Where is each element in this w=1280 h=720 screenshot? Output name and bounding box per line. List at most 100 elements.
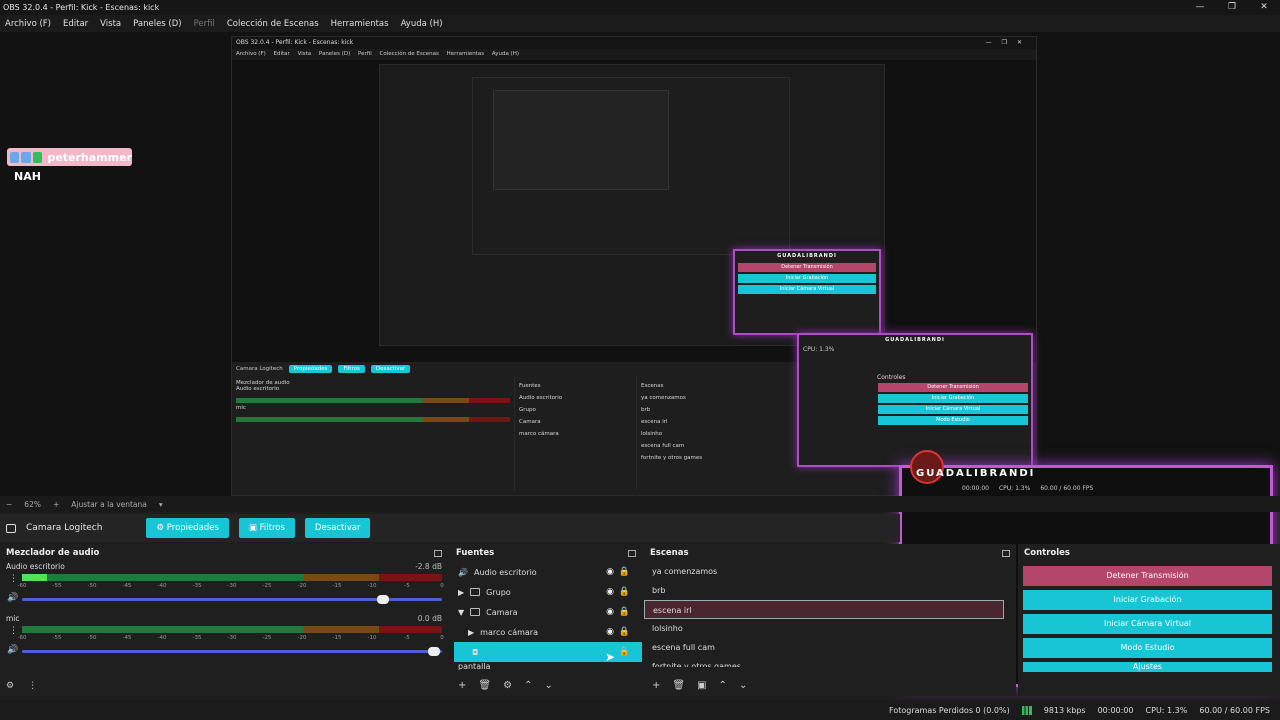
- nested-source-item: Grupo: [519, 407, 536, 413]
- source-item-camara[interactable]: ▼ Camara ◉ 🔒: [450, 602, 642, 622]
- status-bar: Fotogramas Perdidos 0 (0.0%) 9813 kbps 0…: [0, 700, 1280, 720]
- slider-knob[interactable]: [427, 647, 440, 656]
- scene-item[interactable]: escena full cam: [644, 638, 1016, 657]
- scene-item[interactable]: fortnite y otros games: [644, 657, 1016, 667]
- trash-icon[interactable]: 🗑: [478, 680, 491, 691]
- filters-label: Filtros: [259, 523, 285, 533]
- scenes-dock: Escenas ya comenzamos brb escena irl lol…: [644, 544, 1016, 696]
- trash-icon[interactable]: 🗑: [672, 680, 685, 691]
- more-icon[interactable]: ⋮: [28, 681, 37, 691]
- expand-icon[interactable]: ▶: [458, 588, 464, 597]
- move-up-icon[interactable]: ⌃: [719, 680, 727, 691]
- source-label: Audio escritorio: [473, 567, 537, 577]
- channel-db: 0.0 dB: [417, 614, 442, 623]
- eye-icon[interactable]: ◉: [606, 567, 614, 577]
- meter-ticks: -60 -55 -50 -45 -40 -35 -30 -25 -20 -15 -10 -5 0: [18, 635, 444, 645]
- menu-ayuda[interactable]: Ayuda (H): [401, 19, 443, 29]
- folder-icon: [470, 608, 481, 616]
- tick-label: -40: [157, 583, 167, 589]
- undock-icon[interactable]: [628, 549, 636, 557]
- volume-meter: [22, 626, 442, 633]
- properties-button[interactable]: ⚙ Propiedades: [146, 518, 229, 538]
- scene-item[interactable]: ya comenzamos: [644, 562, 1016, 581]
- tick-label: -15: [332, 583, 342, 589]
- lock-icon[interactable]: 🔒: [619, 587, 630, 597]
- menu-archivo[interactable]: Archivo (F): [5, 19, 51, 29]
- zoom-in-icon[interactable]: +: [53, 500, 59, 509]
- speaker-icon[interactable]: 🔊: [7, 593, 18, 603]
- menu-editar[interactable]: Editar: [63, 19, 88, 29]
- scene-item-selected[interactable]: escena irl: [644, 600, 1004, 619]
- filter-icon[interactable]: ▣: [697, 680, 706, 691]
- nested-source-item: marco cámara: [519, 431, 559, 437]
- lock-icon[interactable]: 🔒: [619, 607, 630, 617]
- filters-button[interactable]: ▣ Filtros: [238, 518, 295, 538]
- eye-icon[interactable]: ◉: [606, 607, 614, 617]
- sources-dock: Fuentes 🔊 Audio escritorio ◉ 🔒 ▶ Grupo ◉ 🔒…: [450, 544, 642, 696]
- nested-ctl-buttons: Detener Transmisión Iniciar Grabación In…: [875, 383, 1031, 425]
- nested-source-name: Camara Logitech: [236, 366, 283, 372]
- volume-slider[interactable]: [22, 595, 442, 604]
- lock-icon[interactable]: 🔒: [619, 647, 630, 657]
- menu-bar: Archivo (F) Editar Vista Paneles (D) Per…: [0, 15, 1280, 32]
- nested-controles-title: Controles: [877, 374, 906, 381]
- nested-cpu: CPU: 1.3%: [803, 346, 835, 353]
- menu-vista[interactable]: Vista: [100, 19, 121, 29]
- eye-icon[interactable]: ◉: [606, 587, 614, 597]
- lock-icon[interactable]: 🔒: [619, 627, 630, 637]
- undock-icon[interactable]: [1002, 549, 1010, 557]
- source-item-marco-camara[interactable]: ▶ marco cámara ◉ 🔒: [450, 622, 642, 642]
- tick-label: -50: [87, 583, 97, 589]
- window-controls: — ❐ ✕: [1184, 0, 1280, 15]
- start-virtual-camera-button[interactable]: Iniciar Cámara Virtual: [1023, 614, 1272, 634]
- nested-properties-button: Propiedades: [288, 365, 333, 373]
- menu-perfil[interactable]: Perfil: [194, 19, 215, 29]
- deactivate-button[interactable]: Desactivar: [304, 518, 371, 538]
- slider-knob[interactable]: [377, 595, 390, 604]
- meter-level: [22, 574, 48, 581]
- source-item-audio-escritorio[interactable]: 🔊 Audio escritorio ◉ 🔒: [450, 562, 642, 582]
- lock-icon[interactable]: 🔒: [619, 567, 630, 577]
- eye-icon[interactable]: ◉: [606, 627, 614, 637]
- move-down-icon[interactable]: ⌄: [739, 680, 747, 691]
- start-recording-button[interactable]: Iniciar Grabación: [1023, 590, 1272, 610]
- controls-header: Controles: [1018, 544, 1280, 562]
- move-down-icon[interactable]: ⌄: [544, 680, 552, 691]
- nested-source-item: Audio escritorio: [519, 395, 563, 401]
- minimize-icon[interactable]: —: [1184, 0, 1216, 15]
- gear-icon[interactable]: ⚙: [6, 681, 14, 691]
- badge-icon: [21, 151, 31, 163]
- camera-icon: [6, 523, 16, 533]
- zoom-out-icon[interactable]: −: [6, 500, 12, 509]
- add-icon[interactable]: +: [652, 680, 660, 691]
- scenes-header: Escenas: [644, 544, 1016, 562]
- move-up-icon[interactable]: ⌃: [524, 680, 532, 691]
- add-icon[interactable]: +: [458, 680, 466, 691]
- tick-label: -10: [367, 635, 377, 641]
- menu-herramientas[interactable]: Herramientas: [331, 19, 389, 29]
- studio-mode-button[interactable]: Modo Estudio: [1023, 638, 1272, 658]
- settings-button[interactable]: Ajustes: [1023, 662, 1272, 672]
- undock-icon[interactable]: [434, 549, 442, 557]
- maximize-icon[interactable]: ❐: [1216, 0, 1248, 15]
- scene-item[interactable]: brb: [644, 581, 1016, 600]
- stop-stream-button[interactable]: Detener Transmisión: [1023, 566, 1272, 586]
- scene-item[interactable]: lolsinho: [644, 619, 1016, 638]
- tick-label: -40: [157, 635, 167, 641]
- channel-db: -2.8 dB: [415, 562, 442, 571]
- source-item-grupo[interactable]: ▶ Grupo ◉ 🔒: [450, 582, 642, 602]
- speaker-icon[interactable]: 🔊: [7, 645, 18, 655]
- nested-menu-item: Vista: [297, 51, 312, 57]
- menu-coleccion[interactable]: Colección de Escenas: [227, 19, 319, 29]
- chevron-down-icon[interactable]: ▾: [159, 500, 163, 509]
- collapse-icon[interactable]: ▼: [458, 608, 464, 617]
- close-icon[interactable]: ✕: [1248, 0, 1280, 15]
- tick-label: -30: [227, 583, 237, 589]
- nested-menu-item: Perfil: [358, 51, 372, 57]
- overlay-cpu: CPU: 1.3%: [998, 485, 1031, 492]
- mixer-footer: ⚙ ⋮: [6, 681, 37, 691]
- volume-slider[interactable]: [22, 647, 442, 656]
- nested-vcam-button: Iniciar Cámara Virtual: [878, 405, 1028, 414]
- gear-icon[interactable]: ⚙: [503, 680, 512, 691]
- menu-paneles[interactable]: Paneles (D): [133, 19, 181, 29]
